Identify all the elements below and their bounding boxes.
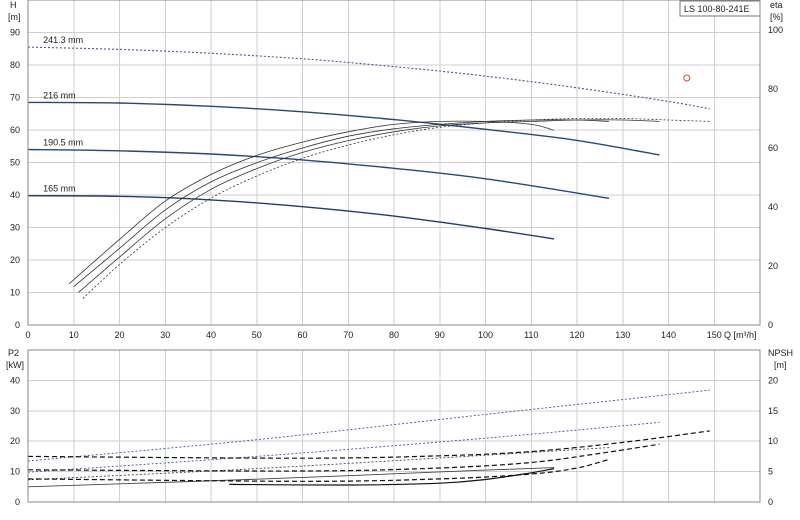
power-curve-241-3-mm bbox=[27, 389, 710, 462]
power-tick-label: 10 bbox=[10, 467, 20, 477]
power-tick-label: 30 bbox=[10, 406, 20, 416]
x-tick-label: 150 bbox=[707, 330, 722, 340]
x-tick-label: 0 bbox=[25, 330, 30, 340]
head-tick-label: 10 bbox=[10, 288, 20, 298]
eta-tick-label: 0 bbox=[768, 320, 773, 330]
x-tick-label: 120 bbox=[569, 330, 584, 340]
eta-tick-label: 80 bbox=[768, 84, 778, 94]
x-tick-label: 10 bbox=[69, 330, 79, 340]
power-npsh-series bbox=[27, 389, 710, 488]
axis-labels: H [m] eta [%] Q [m³/h] P2 [kW] NPSH [m] … bbox=[6, 0, 793, 370]
efficiency-curve-1 bbox=[82, 117, 710, 299]
flow-axis-label: Q [m³/h] bbox=[724, 330, 757, 340]
head-tick-label: 70 bbox=[10, 93, 20, 103]
power-tick-label: 0 bbox=[15, 497, 20, 507]
head-curve-label-190-5-mm: 190.5 mm bbox=[43, 138, 83, 148]
power-axis-unit: [kW] bbox=[6, 360, 24, 370]
head-tick-label: 50 bbox=[10, 158, 20, 168]
x-tick-label: 110 bbox=[524, 330, 538, 340]
head-axis-unit: [m] bbox=[8, 12, 21, 22]
eta-axis-label: eta bbox=[770, 0, 783, 10]
npsh-tick-label: 15 bbox=[768, 406, 778, 416]
npsh-tick-label: 0 bbox=[768, 497, 773, 507]
model-label: LS 100-80-241E bbox=[684, 4, 750, 14]
head-curve-label-165-mm: 165 mm bbox=[43, 184, 76, 194]
x-tick-label: 80 bbox=[389, 330, 399, 340]
power-curve-165-mm bbox=[27, 467, 555, 488]
npsh-tick-label: 20 bbox=[768, 375, 778, 385]
eta-axis-unit: [%] bbox=[770, 12, 783, 22]
head-tick-label: 30 bbox=[10, 223, 20, 233]
head-axis-label: H bbox=[10, 0, 17, 10]
eta-tick-label: 100 bbox=[768, 25, 783, 35]
x-tick-label: 30 bbox=[160, 330, 170, 340]
head-tick-label: 90 bbox=[10, 28, 20, 38]
head-tick-label: 80 bbox=[10, 60, 20, 70]
head-tick-label: 60 bbox=[10, 125, 20, 135]
power-curve-190-5-mm bbox=[27, 447, 610, 481]
head-curve-241-3-mm bbox=[27, 46, 710, 110]
eta-tick-label: 20 bbox=[768, 261, 778, 271]
efficiency-curve-3 bbox=[73, 119, 610, 287]
performance-grid: 0 10 20 30 40 50 60 70 80 90 100 110 120 130 140 150010… bbox=[10, 0, 783, 340]
x-tick-label: 70 bbox=[343, 330, 353, 340]
npsh-tick-label: 10 bbox=[768, 436, 778, 446]
npsh-axis-label: NPSH bbox=[768, 348, 793, 358]
x-tick-label: 140 bbox=[661, 330, 676, 340]
npsh-axis-unit: [m] bbox=[774, 360, 787, 370]
npsh-curve-1 bbox=[27, 430, 710, 459]
x-tick-label: 60 bbox=[297, 330, 307, 340]
power-curve-216-mm bbox=[27, 421, 660, 473]
duty-point-marker bbox=[683, 74, 691, 82]
eta-tick-label: 40 bbox=[768, 202, 778, 212]
x-tick-label: 130 bbox=[615, 330, 630, 340]
head-tick-label: 0 bbox=[15, 320, 20, 330]
power-tick-label: 40 bbox=[10, 375, 20, 385]
eta-tick-label: 60 bbox=[768, 143, 778, 153]
performance-series: 241.3 mm 216 mm 190.5 mm 165 mm bbox=[27, 35, 710, 299]
x-tick-label: 40 bbox=[206, 330, 216, 340]
x-tick-label: 90 bbox=[435, 330, 445, 340]
x-tick-label: 50 bbox=[252, 330, 262, 340]
head-curve-label-241-3-mm: 241.3 mm bbox=[43, 35, 83, 45]
head-curve-165-mm bbox=[27, 195, 555, 240]
x-tick-label: 100 bbox=[478, 330, 493, 340]
head-curve-190-5-mm bbox=[27, 148, 610, 199]
head-curve-label-216-mm: 216 mm bbox=[43, 90, 76, 100]
power-axis-label: P2 bbox=[8, 348, 19, 358]
npsh-tick-label: 5 bbox=[768, 467, 773, 477]
power-tick-label: 20 bbox=[10, 436, 20, 446]
x-tick-label: 20 bbox=[114, 330, 124, 340]
head-tick-label: 40 bbox=[10, 190, 20, 200]
pump-performance-chart: 0 10 20 30 40 50 60 70 80 90 100 110 120 130 140 150010… bbox=[6, 0, 793, 507]
head-tick-label: 20 bbox=[10, 255, 20, 265]
head-curve-216-mm bbox=[27, 101, 660, 156]
